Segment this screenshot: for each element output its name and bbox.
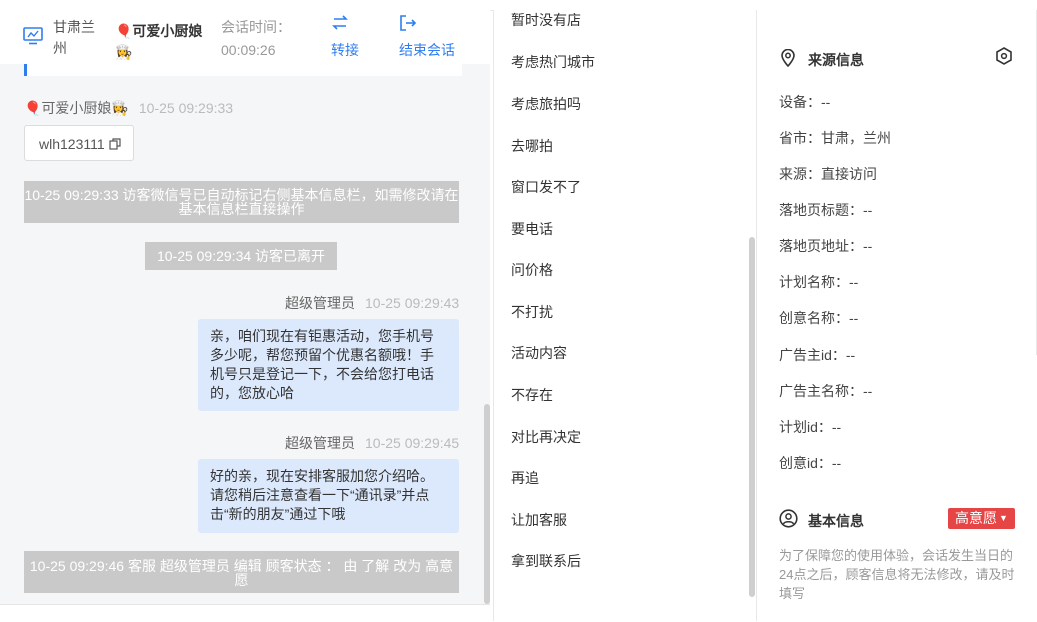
visitor-location: 甘肃兰州 xyxy=(53,19,95,56)
quick-reply-item[interactable]: 拿到联系后 xyxy=(511,551,581,571)
chat-input-toolbar xyxy=(0,604,490,622)
quick-reply-item[interactable]: 要电话 xyxy=(511,219,553,239)
quick-reply-item[interactable]: 不存在 xyxy=(511,385,553,405)
settings-hex-icon[interactable] xyxy=(995,47,1013,65)
swap-icon[interactable] xyxy=(331,14,349,32)
sender-name: 超级管理员 xyxy=(285,435,355,451)
creative-id: 创意id：-- xyxy=(779,455,842,471)
agent-name: 🎈可爱小厨娘👩‍🍳 xyxy=(115,23,203,60)
message-time: 10-25 09:29:45 xyxy=(365,435,460,451)
intent-status-dropdown[interactable]: 高意愿 ▼ xyxy=(948,508,1015,529)
previous-message-bubble xyxy=(24,64,462,76)
message-meta: 超级管理员 10-25 09:29:43 xyxy=(285,293,459,313)
session-time-label: 会话时间： xyxy=(221,19,291,35)
message-text: wlh123111 xyxy=(39,136,105,152)
sender-name: 🎈可爱小厨娘👩‍🍳 xyxy=(24,100,129,116)
location-pin-icon xyxy=(781,49,795,67)
message-time: 10-25 09:29:33 xyxy=(138,100,234,116)
quick-reply-item[interactable]: 暂时没有店 xyxy=(511,10,581,30)
quick-reply-item[interactable]: 对比再决定 xyxy=(511,427,581,447)
system-notice: 10-25 09:29:46 客服 超级管理员 编辑 顾客状态 ： 由 了解 改… xyxy=(24,551,459,593)
end-session-button[interactable]: 结束会话 xyxy=(399,40,455,61)
advertiser-id: 广告主id：-- xyxy=(779,347,856,363)
message-meta: 🎈可爱小厨娘👩‍🍳 10-25 09:29:33 xyxy=(24,98,233,118)
exit-icon[interactable] xyxy=(399,14,417,32)
quick-reply-item[interactable]: 让加客服 xyxy=(511,510,567,530)
edit-deadline-notice: 为了保障您的使用体验，会话发生当日的24点之后，顾客信息将无法修改，请及时填写 xyxy=(779,548,1015,601)
system-notice: 10-25 09:29:33 访客微信号已自动标记右侧基本信息栏，如需修改请在基… xyxy=(24,181,459,223)
quick-reply-item[interactable]: 去哪拍 xyxy=(511,136,553,156)
advertiser-name: 广告主名称：-- xyxy=(779,383,873,399)
source-device: 设备：-- xyxy=(779,94,831,110)
quick-reply-item[interactable]: 不打扰 xyxy=(511,302,553,322)
message-meta: 超级管理员 10-25 09:29:45 xyxy=(285,433,459,453)
quick-reply-item[interactable]: 窗口发不了 xyxy=(511,177,581,197)
quick-reply-item[interactable]: 问价格 xyxy=(511,260,553,280)
agent-message-bubble: 好的亲，现在安排客服加您介绍哈。请您稍后注意查看一下“通讯录”并点击“新的朋友”… xyxy=(198,459,459,533)
plan-id: 计划id：-- xyxy=(779,419,842,435)
landing-page-url: 落地页地址：-- xyxy=(779,238,873,254)
quick-reply-item[interactable]: 活动内容 xyxy=(511,343,567,363)
plan-name: 计划名称：-- xyxy=(779,274,859,290)
intent-status-label: 高意愿 xyxy=(955,510,998,526)
agent-message-bubble: 亲，咱们现在有钜惠活动，您手机号多少呢，帮您预留个优惠名额哦！手机号只是登记一下… xyxy=(198,319,459,411)
user-circle-icon xyxy=(779,509,798,528)
quick-reply-item[interactable]: 考虑热门城市 xyxy=(511,52,595,72)
caret-down-icon: ▼ xyxy=(999,513,1008,523)
quick-reply-scrollbar[interactable] xyxy=(749,237,755,597)
quick-reply-item[interactable]: 再追 xyxy=(511,468,539,488)
monitor-icon xyxy=(23,27,43,45)
source-info-title: 来源信息 xyxy=(808,52,864,68)
basic-info-title: 基本信息 xyxy=(808,513,864,529)
source-region: 省市：甘肃，兰州 xyxy=(779,130,891,146)
quick-reply-item[interactable]: 考虑旅拍吗 xyxy=(511,94,581,114)
creative-name: 创意名称：-- xyxy=(779,310,859,326)
system-notice: 10-25 09:29:34 访客已离开 xyxy=(145,242,337,270)
source-channel: 来源：直接访问 xyxy=(779,166,877,182)
visitor-message-bubble: wlh123111 xyxy=(24,125,134,161)
sender-name: 超级管理员 xyxy=(285,295,355,311)
session-time-value: 00:09:26 xyxy=(221,42,276,58)
landing-page-title: 落地页标题：-- xyxy=(779,202,873,218)
copy-icon[interactable] xyxy=(108,138,121,150)
chat-scrollbar[interactable] xyxy=(484,404,490,604)
transfer-button[interactable]: 转接 xyxy=(331,40,359,61)
message-time: 10-25 09:29:43 xyxy=(365,295,460,311)
